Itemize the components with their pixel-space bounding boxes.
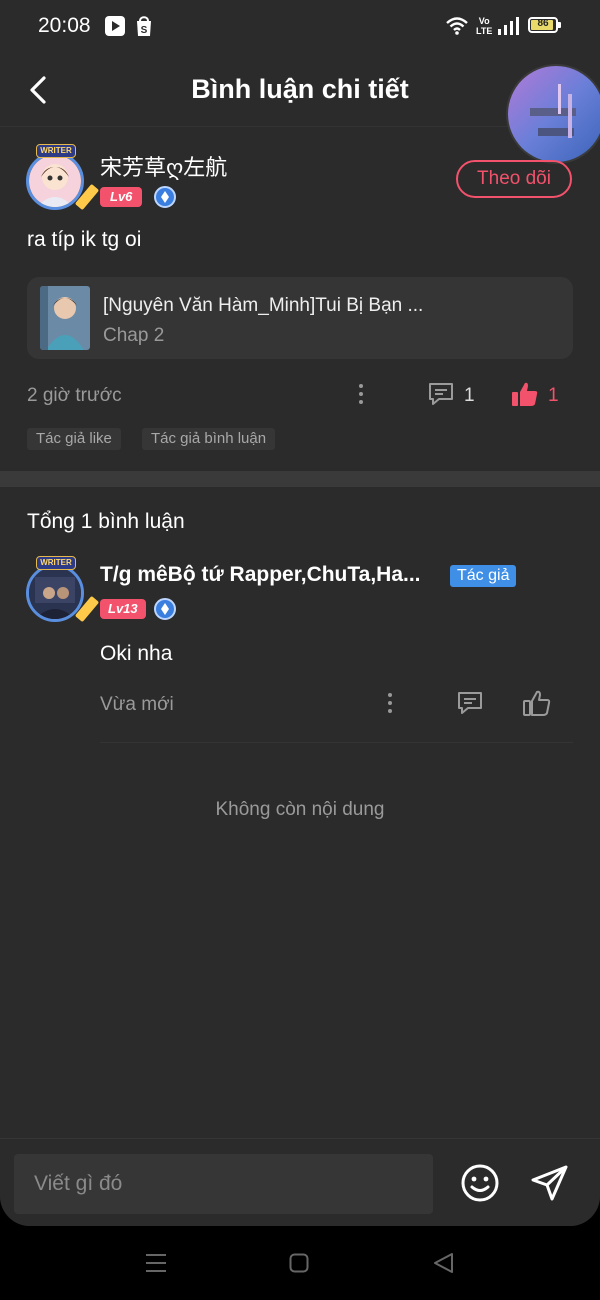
author-liked-tag: Tác giả like	[27, 428, 121, 450]
thumbs-up-icon	[523, 690, 551, 716]
battery-level: 86	[537, 18, 549, 29]
reply-more-button[interactable]	[385, 693, 395, 717]
status-time: 20:08	[38, 14, 91, 37]
section-divider	[0, 471, 600, 487]
avatar-image	[29, 155, 81, 207]
send-button[interactable]	[530, 1163, 570, 1208]
avatar-image	[29, 567, 81, 619]
volte-bottom-label: LTE	[476, 26, 493, 36]
follow-button[interactable]: Theo dõi	[456, 160, 572, 198]
comment-icon	[458, 692, 482, 714]
gem-badge-icon	[154, 186, 176, 208]
volte-top-label: Vo	[478, 16, 490, 26]
story-title: [Nguyên Văn Hàm_Minh]Tui Bị Bạn ...	[103, 295, 424, 316]
comment-input-bar	[0, 1138, 600, 1226]
end-of-content-note: Không còn nội dung	[215, 799, 385, 820]
post-reply-count: 1	[464, 385, 475, 406]
post-reply-button[interactable]	[427, 380, 455, 413]
floating-story-avatar[interactable]	[508, 66, 600, 162]
home-icon[interactable]	[289, 1253, 309, 1273]
recent-apps-icon[interactable]	[145, 1253, 167, 1273]
reply-text: Oki nha	[100, 642, 173, 665]
reply-like-button[interactable]	[522, 689, 552, 722]
post-time: 2 giờ trước	[27, 385, 122, 406]
comment-detail-screen: 20:08 S Vo LTE 86 Bình luận chi tiết WRI…	[0, 0, 600, 1226]
author-commented-tag: Tác giả bình luận	[142, 428, 276, 450]
system-nav-bar	[0, 1226, 600, 1300]
shopee-icon: S	[137, 16, 151, 36]
reply-author-avatar[interactable]: WRITER	[22, 556, 100, 624]
comment-text: ra típ ik tg oi	[27, 228, 142, 251]
reply-divider	[100, 742, 573, 743]
comment-input[interactable]	[14, 1154, 433, 1214]
post-author-name[interactable]: 宋芳草ღ左航	[100, 150, 227, 182]
author-tag: Tác giả	[450, 565, 517, 587]
battery-icon: 86	[528, 17, 561, 33]
floating-avatar-image	[508, 66, 600, 162]
reply-comment-button[interactable]	[456, 689, 484, 722]
post-like-count: 1	[548, 385, 559, 406]
send-icon	[531, 1165, 568, 1201]
writer-badge: WRITER	[36, 144, 76, 158]
writer-badge: WRITER	[36, 556, 76, 570]
replies-total-label: Tổng 1 bình luận	[27, 510, 185, 533]
svg-text:S: S	[141, 25, 148, 36]
post-more-button[interactable]	[356, 384, 366, 408]
signal-icon	[498, 17, 519, 35]
emoji-button[interactable]	[460, 1163, 500, 1208]
reply-author-name[interactable]: T/g mêBộ tứ Rapper,ChuTa,Ha...	[100, 563, 421, 587]
comment-icon	[429, 383, 453, 405]
volte-icon: Vo LTE	[476, 16, 492, 36]
story-card[interactable]: [Nguyên Văn Hàm_Minh]Tui Bị Bạn ... Chap…	[27, 277, 573, 359]
reply-level-badge: Lv13	[100, 599, 146, 619]
reply-time: Vừa mới	[100, 694, 174, 715]
post-like-button[interactable]	[510, 380, 540, 413]
back-nav-icon[interactable]	[432, 1252, 454, 1274]
smiley-icon	[461, 1164, 499, 1202]
status-bar: 20:08 S Vo LTE 86	[0, 0, 600, 54]
wifi-icon	[446, 17, 468, 35]
thumbs-up-filled-icon	[512, 382, 538, 406]
story-thumbnail	[40, 286, 90, 350]
gem-badge-icon	[154, 598, 176, 620]
story-chapter: Chap 2	[103, 325, 165, 346]
post-author-avatar[interactable]: WRITER	[22, 144, 100, 212]
play-store-icon	[105, 16, 125, 36]
level-badge: Lv6	[100, 187, 143, 207]
